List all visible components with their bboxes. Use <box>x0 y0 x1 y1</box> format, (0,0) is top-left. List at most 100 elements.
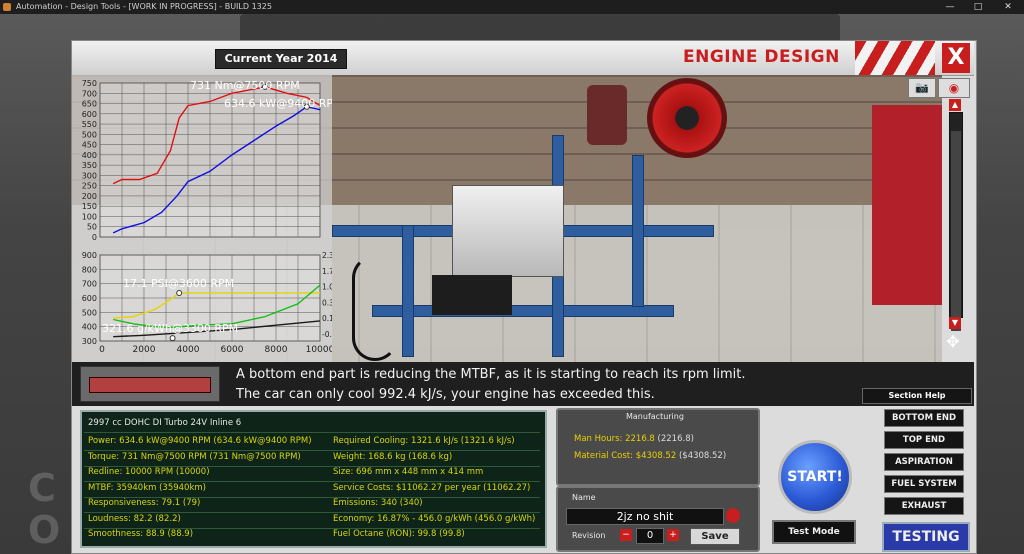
manufacturing-title: Manufacturing <box>626 412 684 421</box>
maximize-button[interactable]: □ <box>964 0 992 14</box>
stat-left-0: Power: 634.6 kW@9400 RPM (634.6 kW@9400 … <box>88 436 312 446</box>
top-end-button[interactable]: TOP END <box>884 431 964 449</box>
test-mode-button[interactable]: Test Mode <box>772 520 856 544</box>
chart2-ytick-right: 0.3 <box>322 298 332 307</box>
stats-separator <box>84 450 540 451</box>
chart1-torque-annotation: 731 Nm@7500 RPM <box>190 79 300 92</box>
revision-value: 0 <box>636 528 664 544</box>
fuel-system-button[interactable]: FUEL SYSTEM <box>884 475 964 493</box>
window-title-bar: Automation - Design Tools - [WORK IN PRO… <box>0 0 1024 14</box>
garage-barrel <box>587 85 627 145</box>
stat-right-5: Economy: 16.87% - 456.0 g/kWh (456.0 g/k… <box>333 513 536 524</box>
charts-svg: 0501001502002503003504004505005506006507… <box>82 79 332 355</box>
chart2-ytick-right: 0.1 <box>322 314 332 323</box>
chart2-ytick-left: 500 <box>82 308 97 317</box>
material-cost-value: Material Cost: $4308.52 <box>574 451 677 461</box>
scroll-up-button[interactable]: ▲ <box>949 99 961 111</box>
chart2-ytick-right: 2.3 <box>322 251 332 260</box>
chart2-xtick: 8000 <box>265 345 288 355</box>
chart1-ytick: 450 <box>82 141 97 150</box>
red-cabinet <box>872 105 942 305</box>
start-button[interactable]: START! <box>778 440 852 514</box>
chart2-ytick-left: 800 <box>82 265 97 274</box>
chart2-ytick-left: 400 <box>82 323 97 332</box>
stat-left-1: Torque: 731 Nm@7500 RPM (731 Nm@7500 RPM… <box>88 451 301 462</box>
stat-right-6: Fuel Octane (RON): 99.8 (99.8) <box>333 529 465 539</box>
scroll-down-button[interactable]: ▼ <box>949 317 961 329</box>
testing-button[interactable]: TESTING <box>882 522 970 552</box>
close-panel-button[interactable]: X <box>942 43 970 73</box>
chart1-ytick: 700 <box>82 89 97 98</box>
chart1-ytick: 600 <box>82 110 97 119</box>
stats-separator <box>84 432 540 433</box>
eye-icon[interactable]: ◉ <box>938 78 970 98</box>
chart2-xtick: 6000 <box>221 345 244 355</box>
engine-charts: 0 50 100 150 200 250 300 350 400 450 500 550 600 650 7… <box>72 75 332 362</box>
aspiration-button[interactable]: ASPIRATION <box>884 453 964 471</box>
revision-increment-button[interactable]: + <box>667 529 679 541</box>
stats-separator <box>84 496 540 498</box>
chart1-ytick: 400 <box>82 151 97 160</box>
chart2-xtick: 10000 <box>306 345 332 355</box>
chart1-ytick: 0 <box>92 233 97 242</box>
chart1-ytick: 350 <box>82 161 97 170</box>
window-close-button[interactable]: ✕ <box>994 0 1022 14</box>
chart2-efficiency-marker <box>169 335 176 342</box>
engine-description: 2997 cc DOHC DI Turbo 24V Inline 6 <box>88 418 242 428</box>
chart2-ytick-left: 900 <box>82 251 97 260</box>
current-year-label: Current Year 2014 <box>215 49 347 69</box>
material-cost-paren: ($4308.52) <box>678 451 727 461</box>
name-label: Name <box>572 493 596 502</box>
chart2-boost-annotation: 17.1 PSI@3600 RPM <box>123 277 234 290</box>
revision-decrement-button[interactable]: − <box>620 529 632 541</box>
save-button[interactable]: Save <box>690 528 740 545</box>
chart1-ytick: 150 <box>82 202 97 211</box>
garage-fan <box>647 78 727 158</box>
stat-left-3: MTBF: 35940km (35940km) <box>88 482 206 493</box>
engine-stand-leg <box>632 155 644 307</box>
stat-left-4: Responsiveness: 79.1 (79) <box>88 498 201 508</box>
section-help-button[interactable]: Section Help <box>862 388 972 404</box>
stat-right-4: Emissions: 340 (340) <box>333 498 423 508</box>
engine-name-input[interactable]: 2jz no shit <box>566 508 724 525</box>
page-title: ENGINE DESIGN <box>683 47 840 67</box>
chart2-ytick-right: -0.3 <box>322 330 332 339</box>
header-stripes <box>855 41 935 75</box>
minimize-button[interactable]: — <box>936 0 964 14</box>
chart1-ytick: 50 <box>87 223 97 232</box>
chart1-ytick: 500 <box>82 130 97 139</box>
nav-arrows-icon[interactable]: ✥ <box>937 330 969 354</box>
background-ghost-o: O <box>28 508 61 552</box>
engine-model <box>452 185 564 277</box>
engine-stand-leg <box>402 225 414 357</box>
name-clear-icon[interactable] <box>726 508 740 523</box>
chart2-ytick-left: 600 <box>82 294 97 303</box>
stat-right-2: Size: 696 mm x 448 mm x 414 mm <box>333 467 484 477</box>
chart2-xtick: 2000 <box>133 345 156 355</box>
chart1-ytick: 550 <box>82 120 97 129</box>
camera-icon[interactable]: 📷 <box>908 78 936 98</box>
warning-message-2: The car can only cool 992.4 kJ/s, your e… <box>236 387 655 402</box>
material-cost: Material Cost: $4308.52 ($4308.52) <box>574 451 726 461</box>
window-title: Automation - Design Tools - [WORK IN PRO… <box>16 2 272 11</box>
stat-right-0: Required Cooling: 1321.6 kJ/s (1321.6 kJ… <box>333 436 515 446</box>
exhaust-button[interactable]: EXHAUST <box>884 497 964 515</box>
engine-hose <box>352 255 398 361</box>
man-hours-paren: (2216.8) <box>657 434 694 444</box>
view-scrollbar[interactable] <box>949 112 963 331</box>
chart2-xtick-zero: 0 <box>99 345 105 355</box>
stat-left-2: Redline: 10000 RPM (10000) <box>88 467 210 477</box>
chart2-boost-marker <box>176 289 183 296</box>
chart2-xtick: 4000 <box>177 345 200 355</box>
message-slot <box>89 377 211 393</box>
chart2-ytick-left: 300 <box>82 337 97 346</box>
stat-right-1: Weight: 168.6 kg (168.6 kg) <box>333 451 453 462</box>
bottom-end-button[interactable]: BOTTOM END <box>884 409 964 427</box>
warning-message-1: A bottom end part is reducing the MTBF, … <box>236 367 746 382</box>
chart1-ytick: 650 <box>82 100 97 109</box>
scrollbar-thumb[interactable] <box>951 131 961 331</box>
stat-left-5: Loudness: 82.2 (82.2) <box>88 513 181 524</box>
chart2-ytick-right: 1.7 <box>322 267 332 276</box>
message-scroll-thumb[interactable] <box>80 366 220 402</box>
chart2-efficiency-annotation: 321.6 g/kWh@3300 RPM <box>102 322 238 335</box>
